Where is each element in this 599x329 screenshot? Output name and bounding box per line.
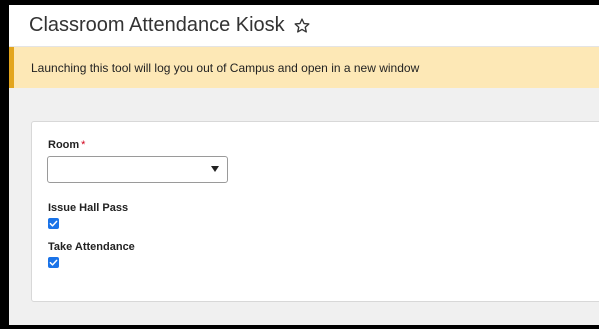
page-header: Classroom Attendance Kiosk	[9, 5, 599, 47]
page-title: Classroom Attendance Kiosk	[29, 14, 285, 36]
issue-hall-pass-checkbox[interactable]	[48, 218, 59, 229]
kiosk-settings-card: Room * Issue Hall Pass Take Attendance	[31, 121, 599, 302]
room-label-text: Room	[48, 139, 80, 151]
issue-hall-pass-label: Issue Hall Pass	[48, 202, 129, 214]
checkmark-icon	[49, 259, 58, 266]
checkmark-icon	[49, 220, 58, 227]
take-attendance-label: Take Attendance	[48, 241, 135, 253]
room-label: Room *	[48, 139, 85, 151]
warning-banner: Launching this tool will log you out of …	[9, 47, 599, 88]
caret-down-icon	[211, 166, 219, 172]
banner-message: Launching this tool will log you out of …	[31, 60, 420, 75]
room-select[interactable]	[47, 156, 228, 183]
required-marker: *	[81, 139, 86, 151]
content-area: Room * Issue Hall Pass Take Attendance	[9, 88, 599, 325]
app-window: Classroom Attendance Kiosk Launching thi…	[0, 0, 599, 329]
take-attendance-checkbox[interactable]	[48, 257, 59, 268]
star-icon[interactable]	[293, 17, 311, 35]
